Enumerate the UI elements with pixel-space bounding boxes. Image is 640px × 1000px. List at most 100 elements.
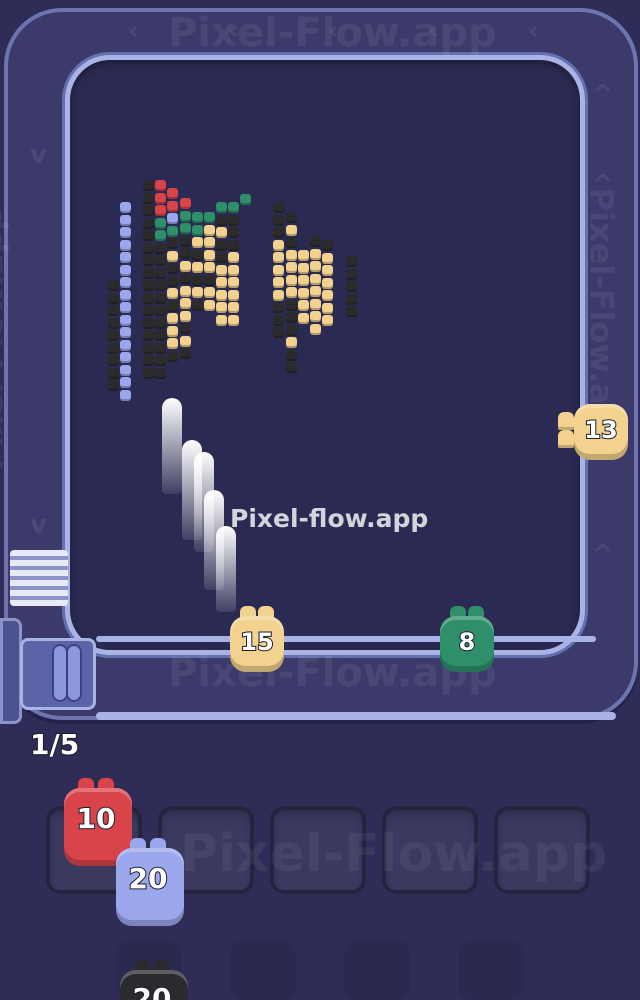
pixel-block bbox=[273, 239, 284, 251]
pixel-block bbox=[286, 287, 297, 298]
pixel-block bbox=[143, 305, 154, 316]
queue-slot bbox=[344, 940, 410, 1000]
pixel-block bbox=[155, 367, 166, 379]
pixel-block bbox=[286, 224, 297, 236]
pixel-block bbox=[155, 192, 166, 204]
pixel-block bbox=[204, 299, 215, 311]
pixel-block bbox=[322, 265, 333, 276]
pixel-block bbox=[108, 380, 119, 391]
pixel-block bbox=[167, 213, 178, 224]
shooter-yellow-15[interactable]: 15 bbox=[226, 604, 288, 676]
pixel-block bbox=[286, 249, 297, 261]
pixel-block bbox=[155, 267, 166, 279]
pixel-block bbox=[108, 317, 119, 329]
pixel-block bbox=[143, 192, 154, 204]
pixel-block bbox=[204, 274, 215, 286]
queue-counter: 1/5 bbox=[29, 727, 80, 762]
pixel-block bbox=[108, 292, 119, 304]
pixel-block bbox=[167, 200, 178, 212]
track-rail bbox=[96, 712, 616, 720]
shooter-yellow-13[interactable]: 13 bbox=[558, 392, 632, 464]
shooter-blue-20[interactable]: 20 bbox=[112, 836, 184, 932]
pixel-block bbox=[216, 314, 227, 326]
projectile bbox=[216, 526, 236, 612]
pixel-block bbox=[322, 277, 333, 289]
pixel-block bbox=[322, 315, 333, 326]
pixel-block bbox=[192, 237, 203, 248]
track-ramp bbox=[10, 550, 68, 606]
pixel-block bbox=[228, 277, 239, 288]
pixel-block bbox=[216, 214, 227, 226]
pixel-block bbox=[310, 248, 321, 260]
shooter-green-8[interactable]: 8 bbox=[436, 604, 498, 676]
pixel-block bbox=[298, 275, 309, 286]
projectile bbox=[162, 398, 182, 494]
pixel-block bbox=[273, 252, 284, 263]
shooter-black-20[interactable]: 20 bbox=[116, 958, 188, 1000]
pixel-block bbox=[180, 348, 191, 359]
pixel-block bbox=[167, 300, 178, 312]
launcher-roller bbox=[66, 644, 82, 702]
pixel-block bbox=[143, 230, 154, 241]
pixel-block bbox=[273, 302, 284, 313]
pixel-block bbox=[286, 362, 297, 373]
pixel-block bbox=[204, 287, 215, 298]
pixel-block bbox=[228, 227, 239, 238]
pixel-block bbox=[273, 264, 284, 276]
track-rail bbox=[96, 636, 596, 642]
shooter-count: 20 bbox=[128, 861, 169, 896]
pixel-block bbox=[180, 198, 191, 209]
pixel-block bbox=[286, 299, 297, 311]
pixel-block bbox=[155, 292, 166, 304]
pixel-block bbox=[310, 286, 321, 297]
pixel-block bbox=[120, 339, 131, 351]
pixel-block bbox=[346, 256, 357, 267]
pixel-block bbox=[298, 262, 309, 274]
pixel-block bbox=[298, 287, 309, 299]
pixel-block bbox=[273, 289, 284, 301]
pixel-block bbox=[143, 242, 154, 254]
pixel-block bbox=[120, 252, 131, 263]
pixel-block bbox=[180, 235, 191, 247]
pixel-block bbox=[120, 314, 131, 326]
pixel-block bbox=[310, 273, 321, 285]
pixel-block bbox=[204, 212, 215, 223]
pixel-block bbox=[167, 263, 178, 274]
pixel-block bbox=[322, 290, 333, 301]
pixel-block bbox=[120, 289, 131, 301]
pixel-block bbox=[228, 239, 239, 251]
pixel-block bbox=[216, 302, 227, 313]
pixel-block bbox=[143, 180, 154, 191]
pixel-block bbox=[192, 262, 203, 273]
pixel-block bbox=[167, 250, 178, 262]
queue-slot bbox=[458, 940, 524, 1000]
pixel-block bbox=[108, 305, 119, 316]
pixel-block bbox=[192, 212, 203, 223]
pixel-block bbox=[216, 239, 227, 251]
pixel-block bbox=[216, 252, 227, 263]
pixel-block bbox=[108, 342, 119, 354]
pixel-block bbox=[143, 217, 154, 229]
queue-slot bbox=[230, 940, 296, 1000]
track-arrow-icon: v bbox=[30, 510, 47, 540]
pixel-block bbox=[322, 252, 333, 264]
pixel-block bbox=[228, 314, 239, 326]
pixel-block bbox=[192, 299, 203, 311]
pixel-block bbox=[273, 214, 284, 226]
pixel-block bbox=[204, 249, 215, 261]
pixel-block bbox=[286, 262, 297, 273]
pixel-block bbox=[143, 280, 154, 291]
pixel-block bbox=[155, 180, 166, 191]
pixel-block bbox=[240, 194, 251, 205]
pixel-block bbox=[143, 292, 154, 304]
pixel-block bbox=[155, 217, 166, 229]
shooter-count: 13 bbox=[583, 415, 618, 445]
pixel-block bbox=[108, 330, 119, 341]
pixel-block bbox=[143, 330, 154, 341]
pixel-block bbox=[286, 349, 297, 361]
watermark-slots: Pixel-Flow.app bbox=[180, 824, 608, 884]
pixel-block bbox=[155, 330, 166, 341]
pixel-block bbox=[155, 317, 166, 329]
pixel-block bbox=[216, 264, 227, 276]
pixel-block bbox=[180, 285, 191, 297]
